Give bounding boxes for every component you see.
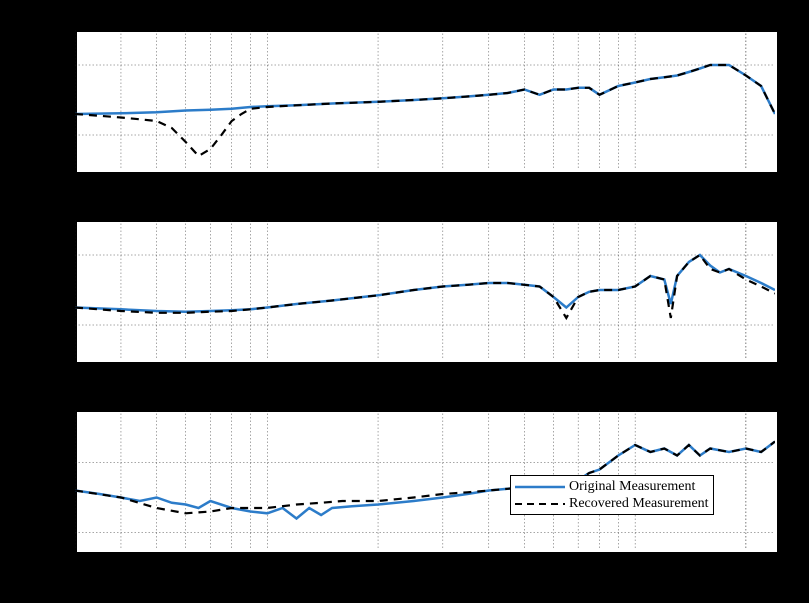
legend-label-original: Original Measurement [569,479,695,495]
ytick-label: -20 [21,318,71,333]
ytick-label: 0 [21,58,71,73]
series-original [75,255,775,312]
xtick-label: 104 [627,556,644,573]
chart-svg-1 [75,30,775,170]
legend: Original Measurement Recovered Measureme… [510,475,714,515]
legend-item-recovered: Recovered Measurement [515,495,709,512]
ytick-label: 0 [21,455,71,470]
series-original [75,65,775,114]
figure: Magnitude dB Magnitude dB Magnitude dB F… [0,0,809,603]
xtick-label: 103 [259,556,276,573]
legend-line-recovered [515,497,565,511]
xlabel: Frequency Hz [75,579,775,596]
legend-line-original [515,480,565,494]
ytick-label: -20 [21,128,71,143]
chart-svg-2 [75,220,775,360]
series-recovered [75,255,775,318]
ytick-label: 0 [21,248,71,263]
ytick-label: -20 [21,525,71,540]
legend-item-original: Original Measurement [515,478,709,495]
legend-label-recovered: Recovered Measurement [569,496,709,512]
